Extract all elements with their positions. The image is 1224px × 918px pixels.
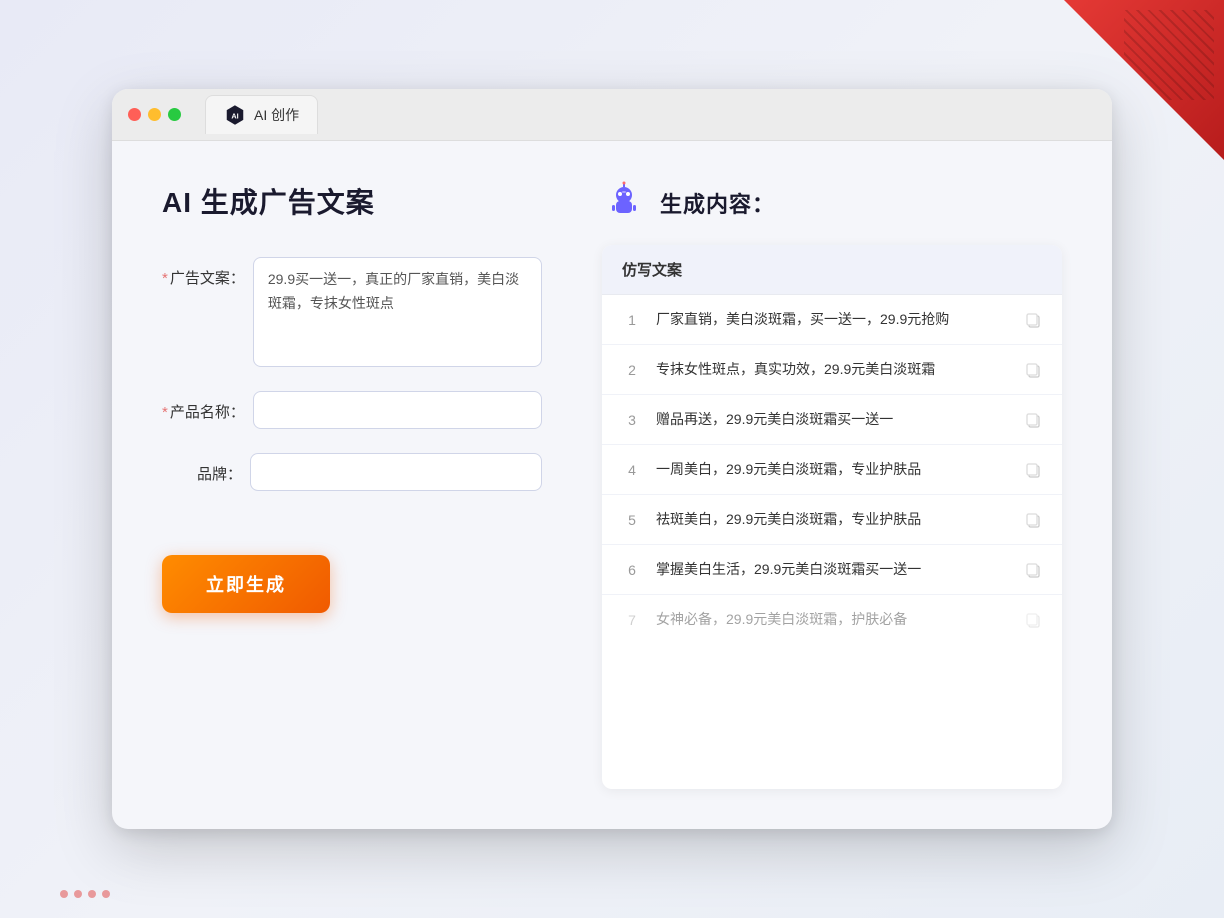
row-number: 7 — [622, 612, 642, 628]
ad-copy-label: *广告文案： — [162, 257, 245, 288]
svg-text:AI: AI — [231, 112, 238, 121]
row-text: 祛斑美白，29.9元美白淡斑霜，专业护肤品 — [656, 509, 1010, 530]
main-content: AI 生成广告文案 *广告文案： 29.9买一送一，真正的厂家直销，美白淡斑霜，… — [112, 141, 1112, 829]
product-name-group: *产品名称： 美白淡斑霜 — [162, 391, 542, 429]
page-title: AI 生成广告文案 — [162, 181, 542, 221]
left-panel: AI 生成广告文案 *广告文案： 29.9买一送一，真正的厂家直销，美白淡斑霜，… — [162, 181, 542, 789]
row-number: 3 — [622, 412, 642, 428]
result-title: 生成内容： — [660, 187, 775, 219]
row-text: 专抹女性斑点，真实功效，29.9元美白淡斑霜 — [656, 359, 1010, 380]
right-panel: 生成内容： 仿写文案 1 厂家直销，美白淡斑霜，买一送一，29.9元抢购 2 专… — [602, 181, 1062, 789]
brand-group: 品牌： 好白 — [162, 453, 542, 491]
ad-copy-textarea[interactable]: 29.9买一送一，真正的厂家直销，美白淡斑霜，专抹女性斑点 — [253, 257, 542, 367]
copy-icon[interactable] — [1024, 311, 1042, 329]
row-number: 5 — [622, 512, 642, 528]
copy-icon[interactable] — [1024, 561, 1042, 579]
row-number: 1 — [622, 312, 642, 328]
row-number: 6 — [622, 562, 642, 578]
row-number: 4 — [622, 462, 642, 478]
brand-label: 品牌： — [162, 453, 242, 484]
row-text: 一周美白，29.9元美白淡斑霜，专业护肤品 — [656, 459, 1010, 480]
close-button[interactable] — [128, 108, 141, 121]
result-row: 3 赠品再送，29.9元美白淡斑霜买一送一 — [602, 395, 1062, 445]
brand-input[interactable]: 好白 — [250, 453, 542, 491]
bottom-decoration — [60, 890, 110, 898]
row-text: 厂家直销，美白淡斑霜，买一送一，29.9元抢购 — [656, 309, 1010, 330]
row-text: 赠品再送，29.9元美白淡斑霜买一送一 — [656, 409, 1010, 430]
ai-tab-icon: AI — [224, 104, 246, 126]
table-header: 仿写文案 — [602, 245, 1062, 295]
result-row: 6 掌握美白生活，29.9元美白淡斑霜买一送一 — [602, 545, 1062, 595]
product-name-label: *产品名称： — [162, 391, 245, 422]
result-rows-container: 1 厂家直销，美白淡斑霜，买一送一，29.9元抢购 2 专抹女性斑点，真实功效，… — [602, 295, 1062, 644]
copy-icon[interactable] — [1024, 461, 1042, 479]
traffic-lights — [128, 108, 181, 121]
result-row: 7 女神必备，29.9元美白淡斑霜，护肤必备 — [602, 595, 1062, 644]
copy-icon[interactable] — [1024, 611, 1042, 629]
maximize-button[interactable] — [168, 108, 181, 121]
row-text: 女神必备，29.9元美白淡斑霜，护肤必备 — [656, 609, 1010, 630]
robot-icon — [602, 181, 646, 225]
copy-icon[interactable] — [1024, 511, 1042, 529]
generate-button[interactable]: 立即生成 — [162, 555, 330, 613]
browser-window: AI AI 创作 AI 生成广告文案 *广告文案： 29.9买一送一，真正的厂家… — [112, 89, 1112, 829]
tab-label: AI 创作 — [254, 105, 299, 125]
row-number: 2 — [622, 362, 642, 378]
minimize-button[interactable] — [148, 108, 161, 121]
product-name-input[interactable]: 美白淡斑霜 — [253, 391, 542, 429]
copy-icon[interactable] — [1024, 361, 1042, 379]
required-star: * — [162, 270, 168, 287]
required-star-2: * — [162, 404, 168, 421]
result-table: 仿写文案 1 厂家直销，美白淡斑霜，买一送一，29.9元抢购 2 专抹女性斑点，… — [602, 245, 1062, 789]
result-header: 生成内容： — [602, 181, 1062, 225]
copy-icon[interactable] — [1024, 411, 1042, 429]
title-bar: AI AI 创作 — [112, 89, 1112, 141]
tab-ai-creation[interactable]: AI AI 创作 — [205, 95, 318, 134]
result-row: 5 祛斑美白，29.9元美白淡斑霜，专业护肤品 — [602, 495, 1062, 545]
result-row: 4 一周美白，29.9元美白淡斑霜，专业护肤品 — [602, 445, 1062, 495]
ad-copy-group: *广告文案： 29.9买一送一，真正的厂家直销，美白淡斑霜，专抹女性斑点 — [162, 257, 542, 367]
result-row: 2 专抹女性斑点，真实功效，29.9元美白淡斑霜 — [602, 345, 1062, 395]
row-text: 掌握美白生活，29.9元美白淡斑霜买一送一 — [656, 559, 1010, 580]
result-row: 1 厂家直销，美白淡斑霜，买一送一，29.9元抢购 — [602, 295, 1062, 345]
